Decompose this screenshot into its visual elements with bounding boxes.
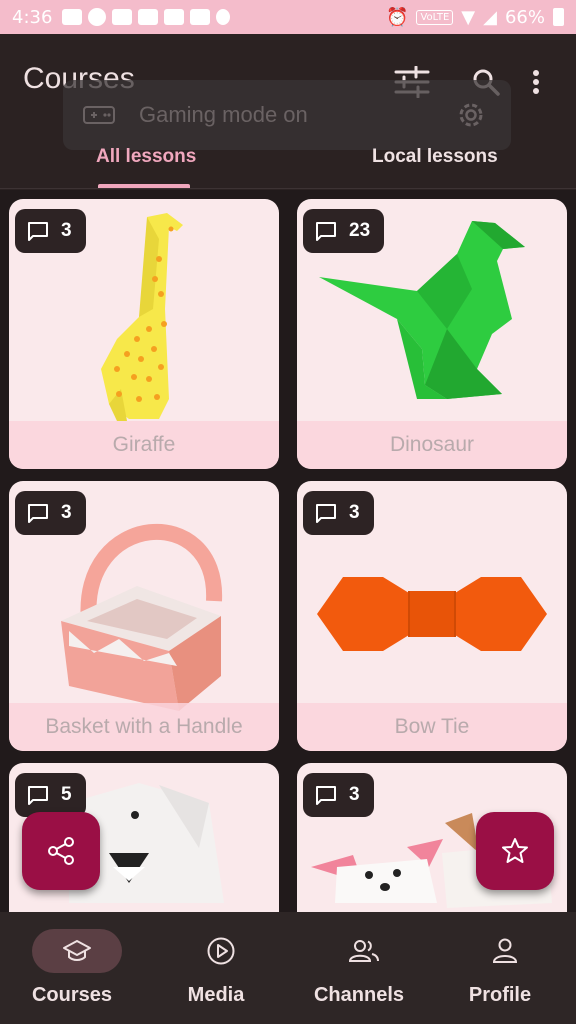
comment-icon	[28, 786, 48, 805]
nav-media[interactable]: Media	[144, 912, 288, 1024]
tab-divider	[0, 188, 576, 189]
gamepad-icon	[83, 106, 115, 124]
graduation-cap-icon	[63, 940, 91, 961]
nav-profile-pill	[460, 929, 550, 973]
star-icon	[502, 838, 528, 863]
comment-icon	[316, 504, 336, 523]
app-bar: Courses Gaming mode on All lessons Local…	[0, 34, 576, 190]
play-circle-icon	[207, 937, 235, 965]
nav-profile[interactable]: Profile	[428, 912, 572, 1024]
gamepad-icon	[62, 9, 83, 25]
linkedin-icon	[164, 9, 185, 25]
nav-channels-label: Channels	[313, 984, 405, 1006]
alarm-icon: ⏰	[386, 6, 409, 28]
tab-bar: All lessons Local lessons	[0, 134, 576, 190]
volte-indicator: VoLTE	[416, 9, 454, 25]
lesson-card-basket[interactable]: 3 Basket with a Handle	[9, 481, 279, 751]
gmail-icon	[190, 9, 211, 25]
lesson-grid: 3 Giraffe 23 Dinosaur 3 Basket with a Ha…	[0, 190, 576, 912]
wifi-icon: ▼	[461, 6, 476, 28]
nav-courses-label: Courses	[31, 984, 113, 1006]
battery-icon	[553, 8, 564, 26]
moon-icon	[216, 9, 231, 25]
favorites-button[interactable]	[476, 812, 554, 890]
gear-icon	[459, 103, 483, 127]
comment-count-badge: 5	[15, 773, 86, 817]
lesson-card-dinosaur[interactable]: 23 Dinosaur	[297, 199, 567, 469]
comment-count-badge: 3	[303, 491, 374, 535]
nav-profile-label: Profile	[468, 984, 532, 1006]
battery-percent: 66%	[504, 6, 545, 28]
more-options-button[interactable]	[526, 62, 546, 102]
lesson-card-giraffe[interactable]: 3 Giraffe	[9, 199, 279, 469]
comment-count-badge: 23	[303, 209, 385, 253]
nav-channels-pill	[319, 929, 409, 973]
tab-local-lessons[interactable]: Local lessons	[372, 146, 498, 168]
people-icon	[348, 940, 379, 962]
comment-icon	[316, 222, 336, 241]
nav-courses[interactable]: Courses	[0, 912, 144, 1024]
youtube-icon	[138, 9, 159, 25]
nav-media-pill	[176, 929, 266, 973]
comment-count: 23	[349, 220, 371, 241]
app-icon	[112, 9, 133, 25]
lesson-title: Bow Tie	[297, 703, 567, 751]
lesson-title: Basket with a Handle	[9, 703, 279, 751]
comment-count-badge: 3	[15, 209, 86, 253]
toast-text: Gaming mode on	[139, 102, 308, 127]
share-icon	[48, 837, 74, 865]
nav-channels[interactable]: Channels	[287, 912, 431, 1024]
comment-icon	[316, 786, 336, 805]
comment-count: 5	[61, 784, 72, 805]
nav-courses-pill	[32, 929, 122, 973]
comment-icon	[28, 222, 48, 241]
person-icon	[492, 938, 518, 963]
comment-count: 3	[349, 502, 360, 523]
bottom-navigation: Courses Media Channels Profile	[0, 912, 576, 1024]
signal-icon: ◢	[483, 6, 497, 28]
whatsapp-icon	[88, 8, 107, 26]
nav-media-label: Media	[187, 984, 245, 1006]
tab-all-lessons[interactable]: All lessons	[96, 146, 196, 168]
comment-count: 3	[61, 502, 72, 523]
lesson-title: Dinosaur	[297, 421, 567, 469]
lesson-card-bow-tie[interactable]: 3 Bow Tie	[297, 481, 567, 751]
status-bar: 4:36 ⏰ VoLTE ▼ ◢ 66%	[0, 0, 576, 34]
comment-count-badge: 3	[303, 773, 374, 817]
comment-count: 3	[349, 784, 360, 805]
comment-icon	[28, 504, 48, 523]
notification-icons	[62, 8, 231, 26]
comment-count: 3	[61, 220, 72, 241]
comment-count-badge: 3	[15, 491, 86, 535]
status-time: 4:36	[12, 6, 53, 28]
more-vert-icon	[533, 70, 539, 94]
lesson-title: Giraffe	[9, 421, 279, 469]
share-button[interactable]	[22, 812, 100, 890]
